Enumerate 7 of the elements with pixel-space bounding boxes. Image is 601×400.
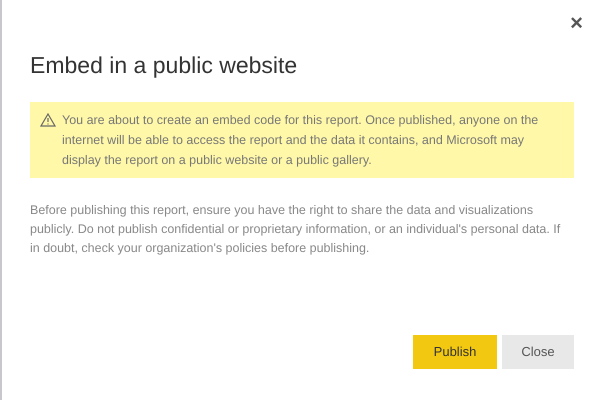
body-text: Before publishing this report, ensure you have the right to share the data and visualizations publicly. Do not publish confidential or proprietary information, or an individual's personal data. If in doubt, check your organization's policies before publishing.	[30, 202, 561, 257]
warning-icon	[40, 113, 56, 127]
close-button[interactable]: ×	[570, 12, 583, 34]
warning-text: You are about to create an embed code for this report. Once published, anyone on the internet will be able to access the report and the data it contains, and Microsoft may display the report on a public website or a public gallery.	[62, 112, 540, 169]
close-dialog-button[interactable]: Close	[502, 335, 574, 369]
dialog-title: Embed in a public website	[30, 51, 298, 80]
publish-button[interactable]: Publish	[413, 335, 497, 369]
